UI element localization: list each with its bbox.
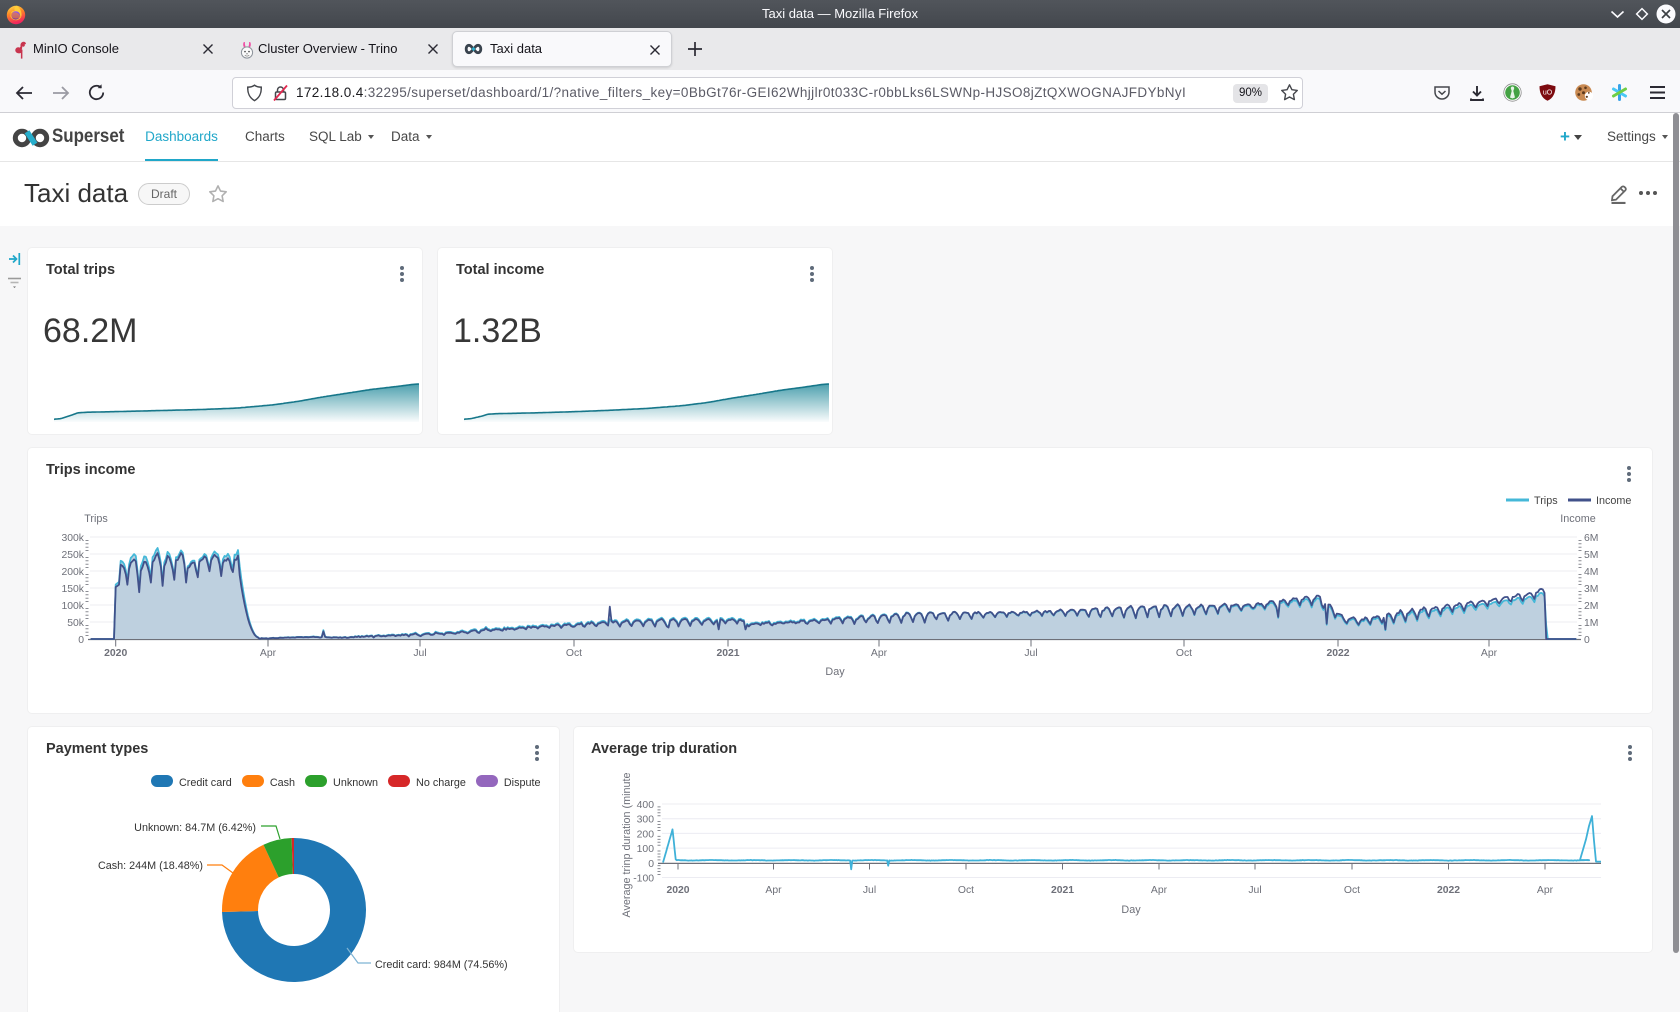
svg-text:2020: 2020 <box>666 885 689 896</box>
svg-text:Credit card: 984M (74.56%): Credit card: 984M (74.56%) <box>375 959 508 971</box>
svg-text:-100: -100 <box>633 874 654 885</box>
svg-text:0: 0 <box>648 859 654 870</box>
svg-text:Average trinp duration (minute: Average trinp duration (minute <box>621 772 633 917</box>
svg-text:Oct: Oct <box>1344 885 1360 896</box>
svg-text:100: 100 <box>637 844 655 855</box>
svg-text:Oct: Oct <box>958 885 974 896</box>
svg-text:2021: 2021 <box>1051 885 1074 896</box>
svg-text:Day: Day <box>1121 904 1141 916</box>
svg-text:Jul: Jul <box>863 885 876 896</box>
svg-text:Jul: Jul <box>1248 885 1261 896</box>
svg-text:300: 300 <box>637 815 655 826</box>
svg-text:400: 400 <box>637 800 655 811</box>
svg-text:200: 200 <box>637 829 655 840</box>
svg-text:Apr: Apr <box>765 885 782 896</box>
svg-text:Apr: Apr <box>1537 885 1554 896</box>
svg-text:Apr: Apr <box>1151 885 1168 896</box>
svg-text:2022: 2022 <box>1437 885 1460 896</box>
